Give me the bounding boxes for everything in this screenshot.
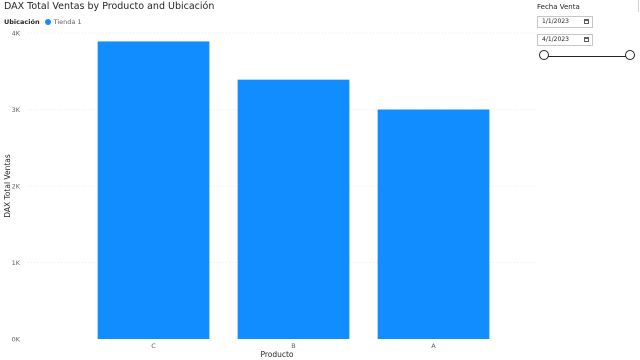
y-axis-title: DAX Total Ventas [3, 154, 12, 218]
y-tick-label: 0K [12, 336, 21, 344]
bar-c[interactable] [97, 41, 210, 339]
x-tick-label: B [291, 342, 295, 350]
end-date-value: 4/1/2023 [542, 36, 569, 43]
end-date-input[interactable]: 4/1/2023 [537, 34, 593, 46]
date-slicer: Fecha Venta 1/1/2023 4/1/2023 [536, 0, 640, 70]
slider-end-handle[interactable] [625, 50, 635, 60]
bar-a[interactable] [377, 109, 490, 340]
start-date-value: 1/1/2023 [542, 18, 569, 25]
start-date-input[interactable]: 1/1/2023 [537, 16, 593, 28]
x-tick-label: C [151, 342, 156, 350]
calendar-icon[interactable] [584, 37, 589, 42]
slider-start-handle[interactable] [539, 50, 549, 60]
x-tick-label: A [431, 342, 436, 350]
y-tick-label: 4K [12, 30, 21, 38]
y-tick-label: 1K [12, 259, 21, 267]
y-tick-label: 3K [12, 106, 21, 114]
x-axis-title: Producto [260, 350, 293, 359]
date-range-slider-track[interactable] [544, 56, 630, 57]
bar-b[interactable] [237, 79, 350, 339]
y-tick-label: 2K [12, 183, 21, 191]
calendar-icon[interactable] [584, 19, 589, 24]
slicer-title: Fecha Venta [537, 3, 580, 11]
visual-border [638, 0, 639, 12]
bar-chart: 0K 1K 2K 3K 4K C B A Producto DAX Total Ventas [3, 30, 536, 359]
